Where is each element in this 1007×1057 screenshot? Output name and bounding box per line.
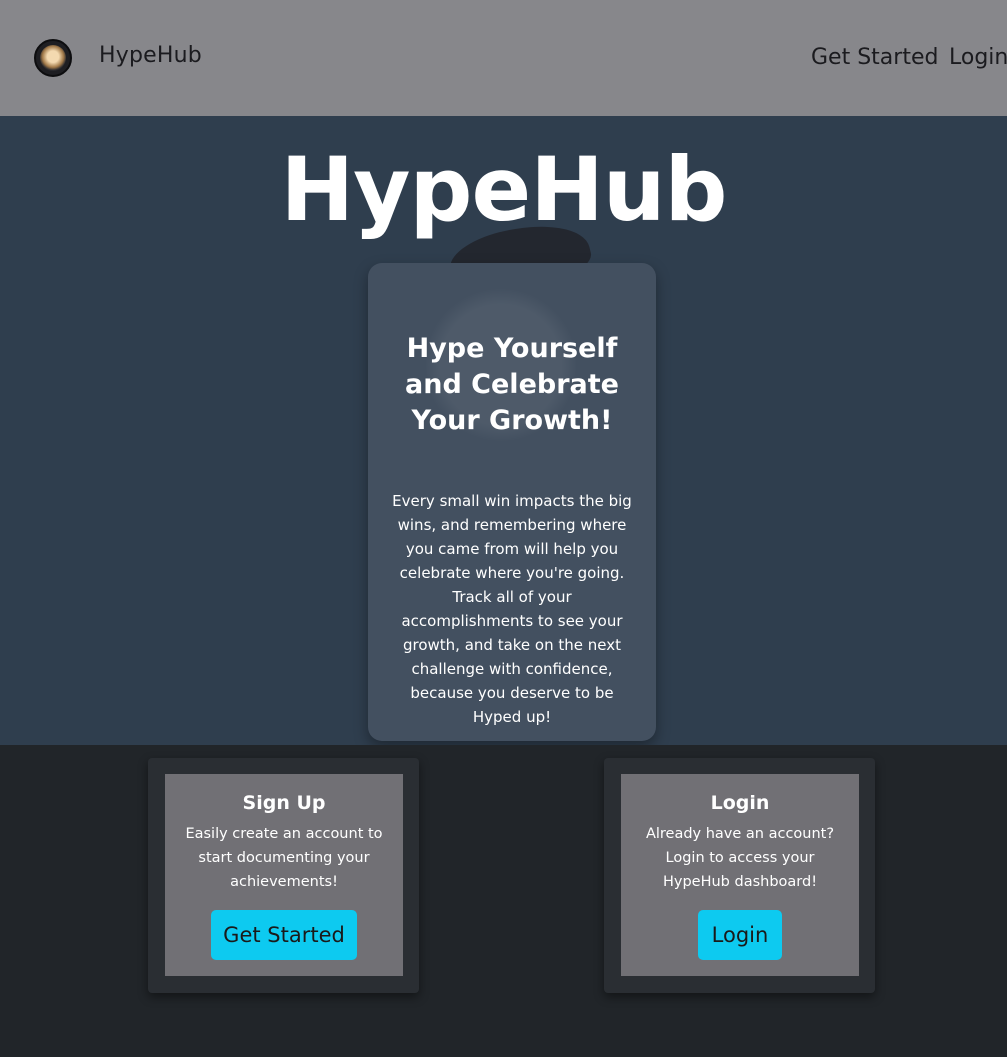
login-card-title: Login xyxy=(710,792,770,814)
hero-card-title: Hype Yourself and Celebrate Your Growth! xyxy=(405,333,619,436)
signup-card-inner: Sign Up Easily create an account to star… xyxy=(165,774,403,976)
hero-card: Hype Yourself and Celebrate Your Growth!… xyxy=(368,263,656,741)
nav-link-get-started[interactable]: Get Started xyxy=(811,45,938,70)
signup-card-text: Easily create an account to start docume… xyxy=(185,826,383,890)
hero-title: HypeHub xyxy=(280,138,728,241)
login-card: Login Already have an account? Login to … xyxy=(604,758,875,993)
signup-card-title: Sign Up xyxy=(242,792,326,814)
login-card-text: Already have an account? Login to access… xyxy=(645,826,835,890)
login-card-inner: Login Already have an account? Login to … xyxy=(621,774,859,976)
nav-link-login[interactable]: Login xyxy=(949,45,1007,70)
hero-section: HypeHub Hype Yourself and Celebrate Your… xyxy=(0,116,1007,745)
nav-brand[interactable]: HypeHub xyxy=(99,43,202,68)
signup-card: Sign Up Easily create an account to star… xyxy=(148,758,419,993)
get-started-button[interactable]: Get Started xyxy=(211,910,357,960)
login-button[interactable]: Login xyxy=(698,910,782,960)
navbar: HypeHub Get Started Login xyxy=(0,0,1007,116)
brand-logo-icon[interactable] xyxy=(34,39,72,77)
hero-card-body: Every small win impacts the big wins, an… xyxy=(392,492,632,726)
